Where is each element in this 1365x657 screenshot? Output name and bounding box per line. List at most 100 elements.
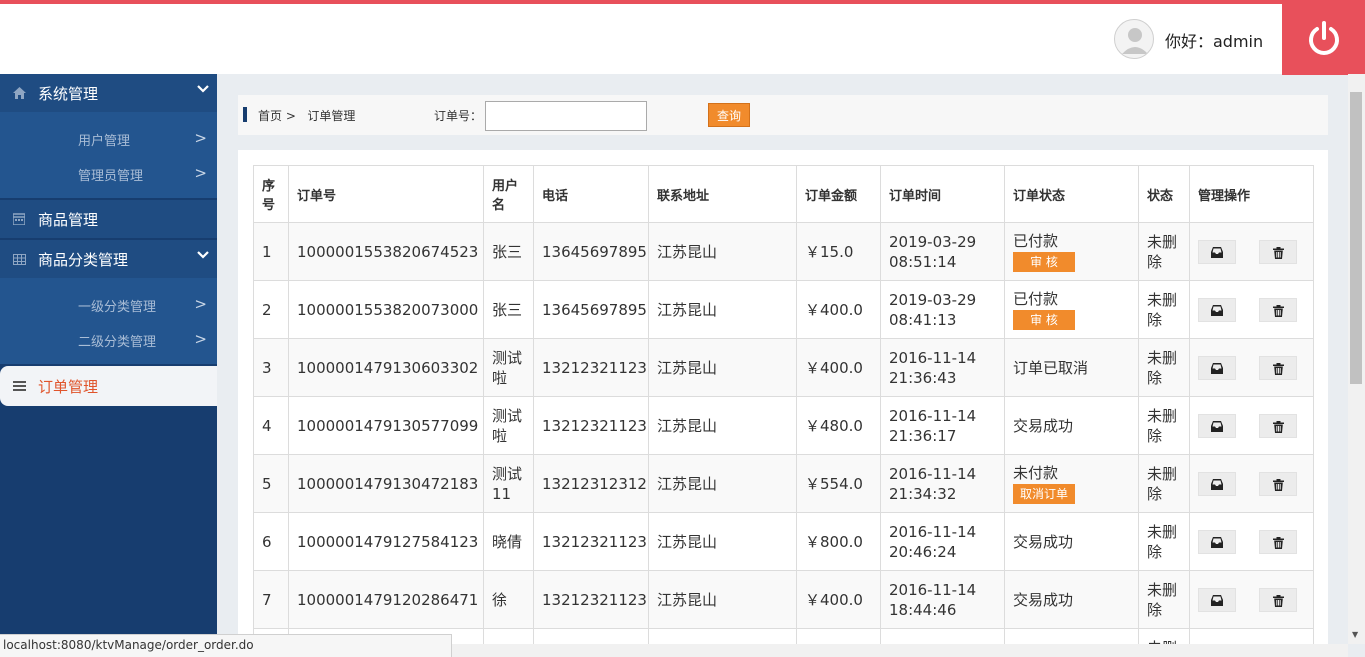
delete-button[interactable] [1259,529,1297,554]
edit-button[interactable] [1198,529,1236,554]
column-header: 序号 [253,165,289,223]
order-date: 2016-11-14 [889,348,977,367]
edit-button[interactable] [1198,587,1236,612]
address: 江苏昆山 [648,338,797,397]
order-id: 1000001553820073000 [288,280,484,339]
row-operations [1189,454,1314,513]
sidebar-item-product-management[interactable]: 商品管理 [0,200,217,238]
row-operations [1189,222,1314,281]
sidebar-item-system-management[interactable]: 系统管理 [0,74,217,112]
power-icon [1308,20,1339,55]
sidebar-item-admin-management[interactable]: 管理员管理 > [0,157,217,191]
calendar-icon [0,213,38,225]
order-number-input[interactable] [485,101,647,131]
order-status: 订单已取消 [1013,358,1089,377]
trash-icon [1272,420,1284,433]
scroll-down-arrow-icon[interactable]: ▼ [1352,630,1358,639]
phone: 13212321123 [533,570,649,629]
row-number: 4 [253,396,289,455]
order-date: 2019-03-29 [889,290,977,309]
sidebar-item-category-management[interactable]: 商品分类管理 [0,240,217,278]
table-row: 2 1000001553820073000 张三 13645697895 江苏昆山 ￥40… [253,280,1314,339]
order-clock-time: 20:46:24 [889,542,957,561]
edit-button[interactable] [1198,297,1236,322]
order-status-cell: 已付款审 核 [1004,280,1139,339]
logout-button[interactable] [1282,0,1365,75]
inbox-icon [1211,594,1223,606]
inbox-icon [1211,304,1223,316]
avatar[interactable] [1114,19,1154,59]
search-toolbar: 首页 > 订单管理 订单号： 查询 [238,95,1328,135]
order-status-cell: 交易成功 [1004,396,1139,455]
trash-icon [1272,304,1284,317]
delete-state: 未删除 [1138,396,1190,455]
username: 晓倩 [483,512,534,571]
phone: 13645697895 [533,222,649,281]
cancel-order-button[interactable]: 取消订单 [1013,484,1075,504]
order-time: 2016-11-14 21:36:43 [880,338,1005,397]
vertical-scrollbar[interactable]: ▼ [1348,74,1365,644]
username: 徐 [483,570,534,629]
edit-button[interactable] [1198,239,1236,264]
query-button[interactable]: 查询 [708,103,750,127]
order-clock-time: 21:36:17 [889,426,957,445]
inbox-icon [1211,536,1223,548]
delete-button[interactable] [1259,297,1297,322]
phone: 13212321123 [533,396,649,455]
sidebar-item-label: 订单管理 [38,377,99,396]
order-amount: ￥400.0 [796,570,881,629]
edit-button[interactable] [1198,355,1236,380]
list-icon [0,381,38,391]
sidebar-item-order-management[interactable]: 订单管理 [0,366,217,406]
table-row: 1 1000001553820674523 张三 13645697895 江苏昆山 ￥15… [253,222,1314,281]
header: 你好：admin [0,4,1365,74]
delete-state: 未删除 [1138,570,1190,629]
delete-button[interactable] [1259,587,1297,612]
edit-button[interactable] [1198,413,1236,438]
chevron-right-icon: > [194,164,207,182]
order-clock-time: 08:41:13 [889,310,957,329]
order-time: 2019-03-29 08:41:13 [880,280,1005,339]
sidebar-item-label: 系统管理 [38,84,99,103]
delete-button[interactable] [1259,239,1297,264]
edit-button[interactable] [1198,471,1236,496]
row-number: 1 [253,222,289,281]
delete-button[interactable] [1259,355,1297,380]
order-status-cell: 已付款审 核 [1004,222,1139,281]
delete-state: 未删除 [1138,512,1190,571]
table-body: 1 1000001553820674523 张三 13645697895 江苏昆山 ￥15… [253,222,1314,657]
scrollbar-thumb[interactable] [1350,92,1362,384]
delete-state: 未删除 [1138,338,1190,397]
username: 张三 [483,222,534,281]
order-id: 1000001479127584123 [288,512,484,571]
column-header: 订单时间 [880,165,1005,223]
delete-button[interactable] [1259,471,1297,496]
column-header: 订单金额 [796,165,881,223]
order-status-cell: 未付款 取消订单 [1004,454,1139,513]
order-amount: ￥15.0 [796,222,881,281]
order-date: 2016-11-14 [889,406,977,425]
sidebar-item-label: 一级分类管理 [78,299,157,315]
review-button[interactable]: 审 核 [1013,252,1075,272]
sidebar-item-user-management[interactable]: 用户管理 > [0,122,217,156]
user-icon [1122,28,1148,54]
username: 测试11 [483,454,534,513]
username: 张三 [483,280,534,339]
delete-button[interactable] [1259,413,1297,438]
table-row: 5 1000001479130472183 测试11 13212312312 江苏昆山 ￥… [253,454,1314,513]
order-clock-time: 21:36:43 [889,368,957,387]
row-number: 2 [253,280,289,339]
order-clock-time: 18:44:46 [889,600,957,619]
order-number-label: 订单号： [434,109,483,123]
column-header: 电话 [533,165,649,223]
address: 江苏昆山 [648,454,797,513]
review-button[interactable]: 审 核 [1013,310,1075,330]
sidebar-item-level1-category[interactable]: 一级分类管理 > [0,288,217,322]
table-header-row: 序号 订单号 用户名 电话 联系地址 订单金额 订单时间 订单状态 状态 管理操作 [253,165,1314,223]
table-row: 4 1000001479130577099 测试啦 13212321123 江苏昆山 ￥4… [253,396,1314,455]
trash-icon [1272,246,1284,259]
sidebar-item-level2-category[interactable]: 二级分类管理 > [0,323,217,357]
chevron-down-icon [197,83,209,97]
sidebar-item-label: 商品管理 [38,210,99,229]
order-status: 交易成功 [1013,532,1074,551]
